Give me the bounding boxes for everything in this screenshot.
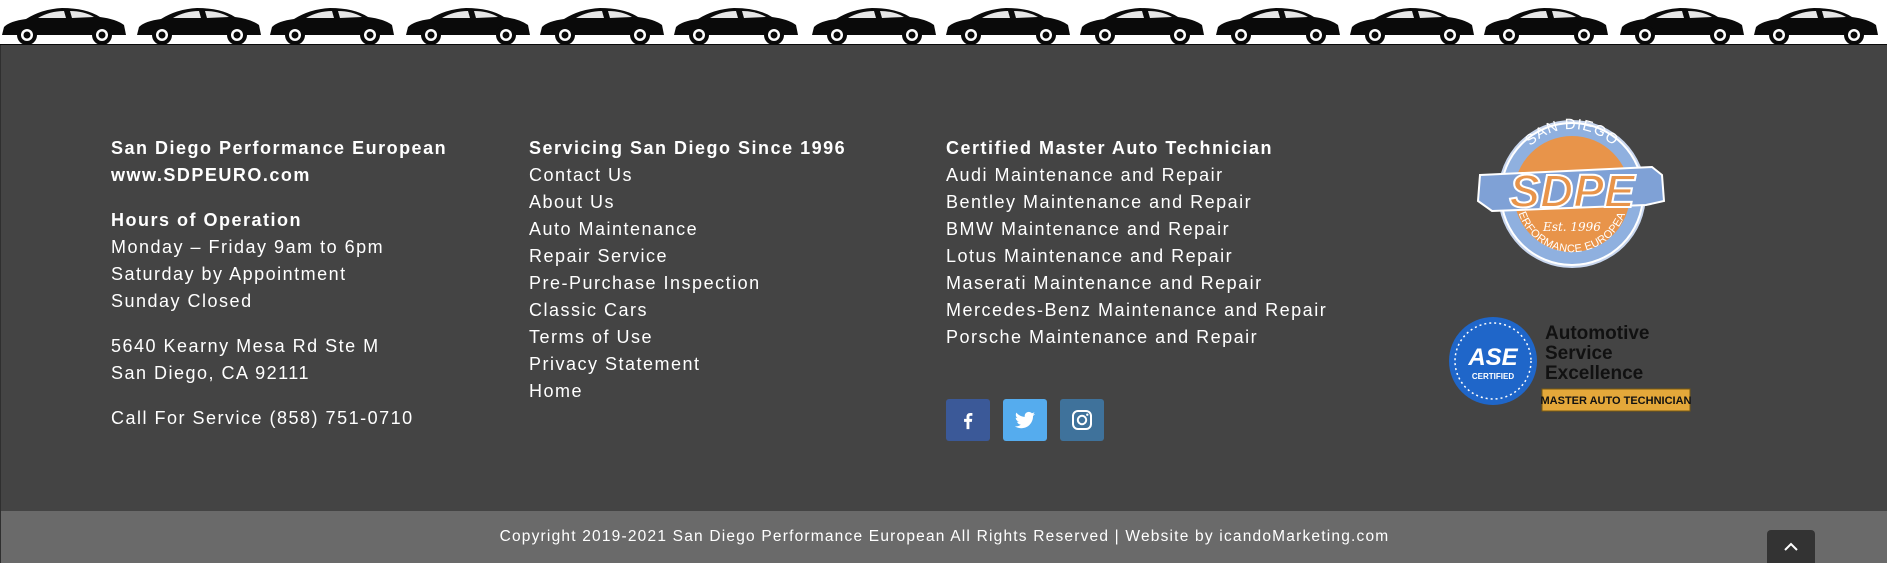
facebook-icon	[964, 412, 973, 430]
facebook-button[interactable]	[946, 399, 990, 441]
link-privacy-statement[interactable]: Privacy Statement	[529, 351, 846, 378]
address-line-2: San Diego, CA 92111	[111, 363, 310, 383]
footer-bottom-bar: Copyright 2019-2021 San Diego Performanc…	[0, 511, 1887, 563]
hours-heading: Hours of Operation	[111, 210, 303, 230]
social-links	[946, 399, 1104, 441]
ase-ribbon-text: MASTER AUTO TECHNICIAN	[1541, 395, 1692, 407]
company-name: San Diego Performance European	[111, 138, 448, 158]
ase-certified-badge: ASE CERTIFIED Automotive Service Excelle…	[1449, 317, 1699, 418]
link-auto-maintenance[interactable]: Auto Maintenance	[529, 216, 846, 243]
twitter-icon	[1015, 411, 1035, 429]
sdpe-logo: SAN DIEGO SDPE Est. 1996 PERFORMANCE EUR…	[1472, 106, 1670, 278]
link-audi[interactable]: Audi Maintenance and Repair	[946, 162, 1327, 189]
link-mercedes-benz[interactable]: Mercedes-Benz Maintenance and Repair	[946, 297, 1327, 324]
sdpe-est-text: Est. 1996	[1542, 220, 1601, 234]
footer-main: San Diego Performance European www.SDPEU…	[0, 45, 1887, 511]
car-silhouette-banner	[0, 0, 1887, 45]
link-lotus[interactable]: Lotus Maintenance and Repair	[946, 243, 1327, 270]
company-website: www.SDPEURO.com	[111, 165, 311, 185]
ase-line-3: Excellence	[1545, 363, 1643, 384]
hours-sunday: Sunday Closed	[111, 291, 253, 311]
link-classic-cars[interactable]: Classic Cars	[529, 297, 846, 324]
instagram-icon	[1072, 410, 1092, 430]
link-bmw[interactable]: BMW Maintenance and Repair	[946, 216, 1327, 243]
sdpe-main-text: SDPE	[1509, 165, 1636, 217]
link-contact-us[interactable]: Contact Us	[529, 162, 846, 189]
hours-saturday: Saturday by Appointment	[111, 264, 347, 284]
link-about-us[interactable]: About Us	[529, 189, 846, 216]
link-terms-of-use[interactable]: Terms of Use	[529, 324, 846, 351]
sdpe-logo-graphic: SAN DIEGO SDPE Est. 1996 PERFORMANCE EUR…	[1472, 106, 1666, 268]
link-bentley[interactable]: Bentley Maintenance and Repair	[946, 189, 1327, 216]
footer-column-links: Servicing San Diego Since 1996 Contact U…	[529, 135, 846, 405]
link-home[interactable]: Home	[529, 378, 846, 405]
ase-seal-text: ASE	[1467, 344, 1518, 371]
footer-column-contact: San Diego Performance European www.SDPEU…	[111, 135, 447, 432]
instagram-button[interactable]	[1060, 399, 1104, 441]
footer-column-brands: Certified Master Auto Technician Audi Ma…	[946, 135, 1327, 351]
ase-seal: ASE CERTIFIED	[1449, 317, 1537, 405]
back-to-top-button[interactable]	[1767, 530, 1815, 563]
copyright-text: Copyright 2019-2021 San Diego Performanc…	[499, 528, 1390, 545]
car-silhouettes-graphic	[0, 8, 1887, 45]
ase-badge-graphic: ASE CERTIFIED Automotive Service Excelle…	[1449, 317, 1692, 412]
phone-line: Call For Service (858) 751-0710	[111, 408, 414, 428]
chevron-up-icon	[1784, 542, 1798, 551]
hours-weekday: Monday – Friday 9am to 6pm	[111, 237, 385, 257]
address-line-1: 5640 Kearny Mesa Rd Ste M	[111, 336, 380, 356]
link-repair-service[interactable]: Repair Service	[529, 243, 846, 270]
links-heading: Servicing San Diego Since 1996	[529, 138, 847, 158]
ase-line-2: Service	[1545, 343, 1613, 364]
link-porsche[interactable]: Porsche Maintenance and Repair	[946, 324, 1327, 351]
brands-heading: Certified Master Auto Technician	[946, 138, 1274, 158]
ase-seal-sub: CERTIFIED	[1472, 372, 1514, 381]
link-maserati[interactable]: Maserati Maintenance and Repair	[946, 270, 1327, 297]
link-pre-purchase-inspection[interactable]: Pre-Purchase Inspection	[529, 270, 846, 297]
twitter-button[interactable]	[1003, 399, 1047, 441]
ase-line-1: Automotive	[1545, 323, 1650, 344]
